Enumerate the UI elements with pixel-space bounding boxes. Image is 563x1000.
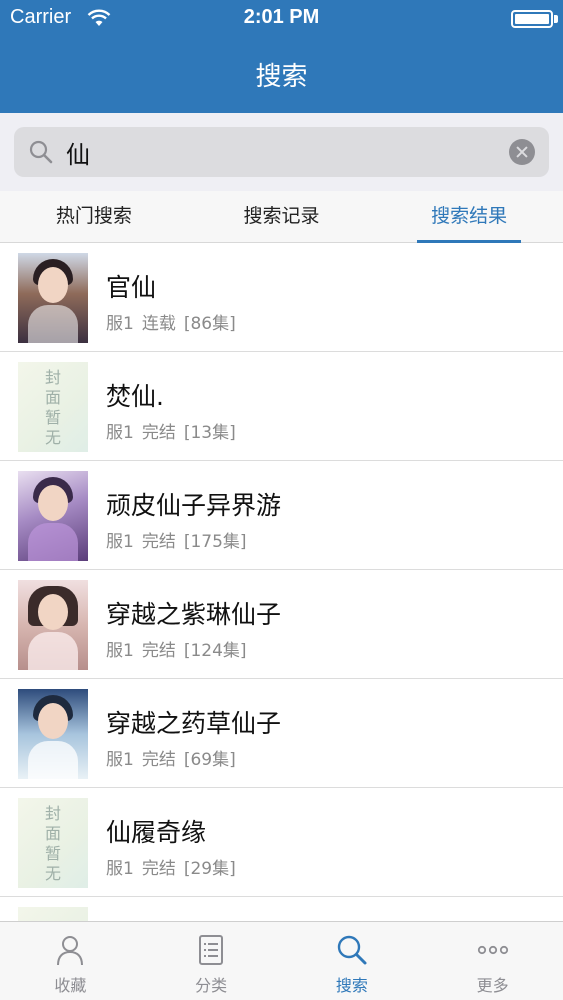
person-icon	[57, 936, 84, 966]
search-tabs: 热门搜索 搜索记录 搜索结果	[0, 191, 563, 243]
tabbar-more[interactable]: 更多	[422, 922, 563, 1000]
book-meta: 服1 完结 [29集]	[106, 854, 244, 879]
book-title: 焚仙.	[106, 382, 164, 411]
book-cover-placeholder: 封面暂无	[18, 798, 88, 888]
status-time: 2:01 PM	[243, 6, 320, 28]
tabbar-label: 收藏	[54, 976, 87, 995]
book-source: 服1	[106, 423, 134, 443]
tabbar-label: 分类	[195, 976, 228, 995]
tabbar-favorites[interactable]: 收藏	[0, 922, 141, 1000]
book-cover-image	[18, 580, 88, 670]
book-episodes: [124集]	[183, 641, 247, 661]
book-title: 顽皮仙子异界游	[106, 491, 282, 520]
status-bar: Carrier 2:01 PM	[0, 0, 563, 40]
book-meta: 服1 完结 [175集]	[106, 527, 255, 552]
book-cover-placeholder: 封面暂无	[18, 362, 88, 452]
book-meta: 服1 完结 [124集]	[106, 636, 255, 661]
tabbar-search[interactable]: 搜索	[282, 922, 423, 1000]
more-icon	[477, 945, 508, 955]
search-box[interactable]	[14, 127, 549, 177]
page-title: 搜索	[255, 62, 308, 92]
search-input[interactable]	[66, 133, 496, 171]
battery-tip	[554, 15, 558, 23]
book-status: 连载	[141, 314, 176, 334]
clear-search-icon[interactable]	[509, 139, 535, 165]
book-episodes: [13集]	[183, 423, 236, 443]
tab-hot-searches[interactable]: 热门搜索	[0, 191, 188, 242]
book-source: 服1	[106, 641, 134, 661]
book-source: 服1	[106, 750, 134, 770]
book-episodes: [29集]	[183, 859, 236, 879]
book-source: 服1	[106, 314, 134, 334]
tab-search-results[interactable]: 搜索结果	[375, 191, 563, 243]
bottom-tab-bar: 收藏 分类 搜索 更多	[0, 921, 563, 1000]
book-title: 穿越之药草仙子	[106, 709, 282, 738]
book-cover-image	[18, 689, 88, 779]
book-meta: 服1 完结 [69集]	[106, 745, 244, 770]
book-status: 完结	[141, 423, 176, 443]
tabbar-categories[interactable]: 分类	[141, 922, 282, 1000]
search-icon	[29, 140, 53, 164]
list-item[interactable]: 官仙 服1 连载 [86集]	[0, 243, 563, 352]
tab-search-history[interactable]: 搜索记录	[188, 191, 376, 242]
list-item[interactable]: 穿越之紫琳仙子 服1 完结 [124集]	[0, 570, 563, 679]
book-meta: 服1 连载 [86集]	[106, 309, 244, 334]
book-cover-image	[18, 471, 88, 561]
results-list: 官仙 服1 连载 [86集] 封面暂无 焚仙. 服1 完结 [13集] 顽皮仙子异界游 …	[0, 243, 563, 921]
book-episodes: [175集]	[183, 532, 247, 552]
list-item-partial[interactable]	[0, 897, 563, 921]
book-cover-placeholder	[18, 907, 88, 921]
cover-placeholder-text: 封面暂无	[44, 368, 61, 447]
search-icon	[337, 935, 367, 965]
book-title: 官仙	[106, 273, 157, 302]
list-icon	[199, 935, 224, 965]
book-meta: 服1 完结 [13集]	[106, 418, 244, 443]
book-title: 穿越之紫琳仙子	[106, 600, 282, 629]
app-header: Carrier 2:01 PM 搜索	[0, 0, 563, 113]
book-status: 完结	[141, 859, 176, 879]
book-episodes: [86集]	[183, 314, 236, 334]
book-title: 仙履奇缘	[106, 818, 207, 847]
book-status: 完结	[141, 532, 176, 552]
tabbar-label: 更多	[476, 976, 509, 995]
list-item[interactable]: 顽皮仙子异界游 服1 完结 [175集]	[0, 461, 563, 570]
book-status: 完结	[141, 750, 176, 770]
search-bar-area	[0, 113, 563, 191]
book-episodes: [69集]	[183, 750, 236, 770]
book-source: 服1	[106, 859, 134, 879]
book-cover-image	[18, 253, 88, 343]
book-status: 完结	[141, 641, 176, 661]
list-item[interactable]: 穿越之药草仙子 服1 完结 [69集]	[0, 679, 563, 788]
tabbar-label: 搜索	[335, 976, 368, 995]
battery-icon	[511, 10, 553, 28]
book-source: 服1	[106, 532, 134, 552]
list-item[interactable]: 封面暂无 焚仙. 服1 完结 [13集]	[0, 352, 563, 461]
list-item[interactable]: 封面暂无 仙履奇缘 服1 完结 [29集]	[0, 788, 563, 897]
cover-placeholder-text: 封面暂无	[44, 804, 61, 883]
